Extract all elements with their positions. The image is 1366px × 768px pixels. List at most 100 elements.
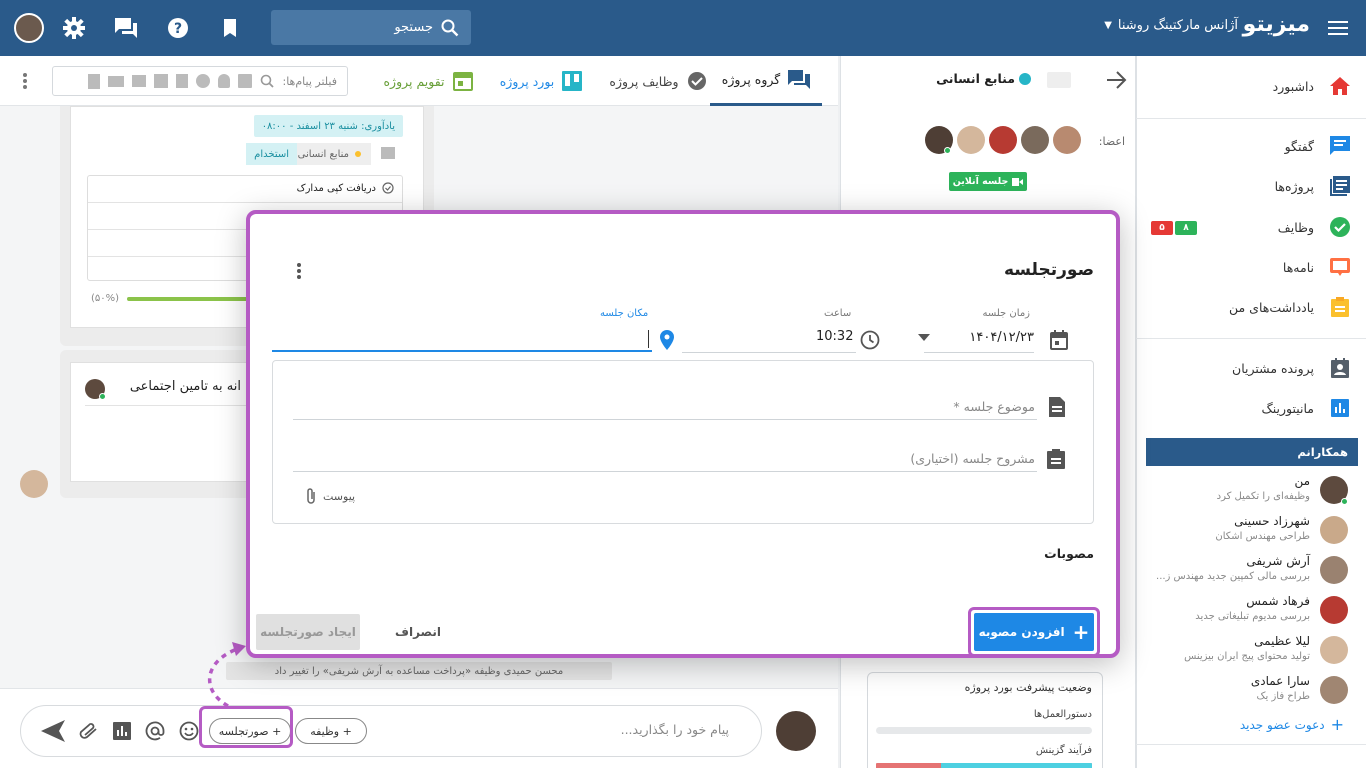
- member-avatar[interactable]: [989, 126, 1017, 154]
- tasks-badge-green: ۸: [1175, 221, 1197, 235]
- search-icon: [441, 19, 459, 37]
- user-avatar[interactable]: [14, 13, 44, 43]
- search-icon: [260, 74, 275, 88]
- checklist-item[interactable]: دریافت کپی مدارک: [297, 182, 394, 194]
- date-label: زمان جلسه: [982, 308, 1030, 319]
- tab-project-calendar[interactable]: تقویم پروژه: [378, 56, 478, 106]
- hamburger-menu-icon[interactable]: [1324, 14, 1352, 42]
- attachment-button[interactable]: پیوست: [305, 487, 355, 505]
- progress-percent: (۵۰%): [91, 293, 120, 304]
- calendar-filter-icon[interactable]: [238, 74, 253, 88]
- location-input[interactable]: [272, 330, 652, 352]
- sidebar-item-chat[interactable]: گفتگو: [1136, 128, 1366, 164]
- sidebar-item-dashboard[interactable]: داشبورد: [1136, 68, 1366, 104]
- message-composer: پیام خود را بگذارید... + وظیفه + صورتجلس…: [0, 688, 838, 768]
- avatar: [1320, 516, 1348, 544]
- top-bar: میزیتو آژانس مارکتینگ روشنا ▼ جستجو ?: [0, 0, 1366, 56]
- mention-icon[interactable]: [145, 721, 165, 741]
- clock-icon[interactable]: [860, 330, 880, 350]
- message-placeholder: پیام خود را بگذارید...: [620, 722, 729, 737]
- colleague-item[interactable]: لیلا عظیمی تولید محتوای پیج ایران بیزینس: [1146, 630, 1358, 670]
- video-camera-icon: [1012, 177, 1024, 186]
- sidebar-item-projects[interactable]: پروژه‌ها: [1136, 168, 1366, 204]
- attachment-icon[interactable]: [77, 723, 99, 739]
- send-icon[interactable]: [41, 720, 65, 742]
- person-filter-icon[interactable]: [218, 74, 231, 88]
- date-value[interactable]: ۱۴۰۴/۱۲/۲۳: [969, 330, 1034, 345]
- colleague-item[interactable]: فرهاد شمس بررسی مدیوم تبلیغاتی جدید: [1146, 590, 1358, 630]
- agency-selector[interactable]: آژانس مارکتینگ روشنا ▼: [1104, 18, 1238, 33]
- time-value[interactable]: 10:32: [816, 329, 853, 344]
- emoji-icon[interactable]: [179, 721, 199, 741]
- location-label: مکان جلسه: [600, 308, 649, 319]
- date-dropdown-icon[interactable]: [918, 334, 930, 342]
- check-circle-icon: [687, 71, 707, 91]
- reminder-badge: یادآوری: شنبه ۲۳ اسفند - ۰۸:۰۰: [253, 115, 403, 137]
- system-message: محسن حمیدی وظیفه «پرداخت مساعده به آرش ش…: [226, 662, 612, 680]
- tab-project-board[interactable]: بورد پروژه: [496, 56, 586, 106]
- video-filter-icon[interactable]: [108, 75, 125, 87]
- clipboard-icon: [1047, 449, 1065, 469]
- sidebar-item-customer-files[interactable]: پرونده مشتریان: [1136, 350, 1366, 386]
- location-pin-icon: [660, 330, 674, 350]
- plus-icon: +: [1072, 620, 1090, 644]
- plus-icon: +: [1330, 715, 1344, 734]
- messages-icon[interactable]: [112, 14, 140, 42]
- guide-arrow: [207, 642, 246, 708]
- details-input[interactable]: [293, 471, 1037, 472]
- tab-project-group[interactable]: گروه پروژه: [710, 56, 822, 106]
- poll-chart-icon[interactable]: [113, 722, 131, 740]
- check-filter-icon[interactable]: [196, 74, 211, 88]
- help-icon[interactable]: ?: [164, 14, 192, 42]
- tasks-badge-red: ۵: [1151, 221, 1173, 235]
- colleague-item[interactable]: سارا عمادی طراح فاز یک: [1146, 670, 1358, 710]
- svg-text:?: ?: [174, 21, 182, 37]
- colleague-item[interactable]: آرش شریفی بررسی مالی کمپین جدید مهندس ز.…: [1146, 550, 1358, 590]
- member-avatar[interactable]: [957, 126, 985, 154]
- member-avatar[interactable]: [1021, 126, 1049, 154]
- bookmark-icon[interactable]: [216, 14, 244, 42]
- add-resolution-button[interactable]: + افزودن مصوبه: [974, 613, 1094, 651]
- colleagues-header: همکارانم: [1146, 438, 1358, 466]
- check-circle-icon: [1328, 215, 1352, 239]
- meeting-content-box: موضوع جلسه * مشروح جلسه (اختیاری) پیوست: [272, 360, 1094, 524]
- sidebar-item-letters[interactable]: نامه‌ها: [1136, 249, 1366, 285]
- chart-filter-icon[interactable]: [154, 74, 169, 88]
- time-label: ساعت: [824, 308, 852, 319]
- members-label: اعضا:: [1098, 135, 1125, 148]
- tab-project-tasks[interactable]: وظایف پروژه: [608, 56, 708, 106]
- note-filter-icon[interactable]: [176, 74, 189, 88]
- dialog-title: صورتجلسه: [1003, 260, 1094, 280]
- minutes-chip-highlight: [199, 706, 293, 748]
- subject-input[interactable]: [293, 419, 1037, 420]
- more-vertical-icon[interactable]: [22, 72, 28, 90]
- avatar: [1320, 556, 1348, 584]
- hiring-tag: استخدام: [246, 143, 297, 165]
- message-input[interactable]: پیام خود را بگذارید... + وظیفه + صورتجلس…: [20, 705, 762, 757]
- progress-bar-selection: [876, 763, 1092, 768]
- sidebar-item-monitoring[interactable]: مانیتورینگ: [1136, 390, 1366, 426]
- search-box[interactable]: جستجو: [271, 10, 471, 45]
- online-meeting-button[interactable]: جلسه آنلاین: [949, 172, 1027, 191]
- settings-gear-icon[interactable]: [60, 14, 88, 42]
- check-circle-icon: [382, 182, 394, 194]
- brand-logo[interactable]: میزیتو: [1243, 12, 1310, 37]
- calendar-icon[interactable]: [1050, 330, 1068, 350]
- subject-placeholder: موضوع جلسه *: [953, 399, 1035, 414]
- message-filter-box[interactable]: فیلتر پیام‌ها:: [52, 66, 348, 96]
- create-minutes-button[interactable]: ایجاد صورتجلسه: [256, 614, 360, 650]
- sidebar-item-my-notes[interactable]: یادداشت‌های من: [1136, 289, 1366, 325]
- more-vertical-icon[interactable]: [296, 262, 302, 280]
- avatar: [1320, 636, 1348, 664]
- document-icon: [1049, 397, 1065, 417]
- member-avatar[interactable]: [1053, 126, 1081, 154]
- invite-member-link[interactable]: + دعوت عضو جدید: [1240, 715, 1344, 734]
- colleague-item[interactable]: من وظیفه‌ای را تکمیل کرد: [1146, 470, 1358, 510]
- colleague-item[interactable]: شهرزاد حسینی طراحی مهندس اشکان: [1146, 510, 1358, 550]
- add-task-chip[interactable]: + وظیفه: [295, 718, 367, 744]
- search-placeholder: جستجو: [394, 20, 433, 35]
- file-filter-icon[interactable]: [88, 73, 101, 89]
- back-arrow-icon[interactable]: [1105, 70, 1127, 92]
- cancel-button[interactable]: انصراف: [388, 614, 448, 650]
- image-filter-icon[interactable]: [132, 75, 147, 87]
